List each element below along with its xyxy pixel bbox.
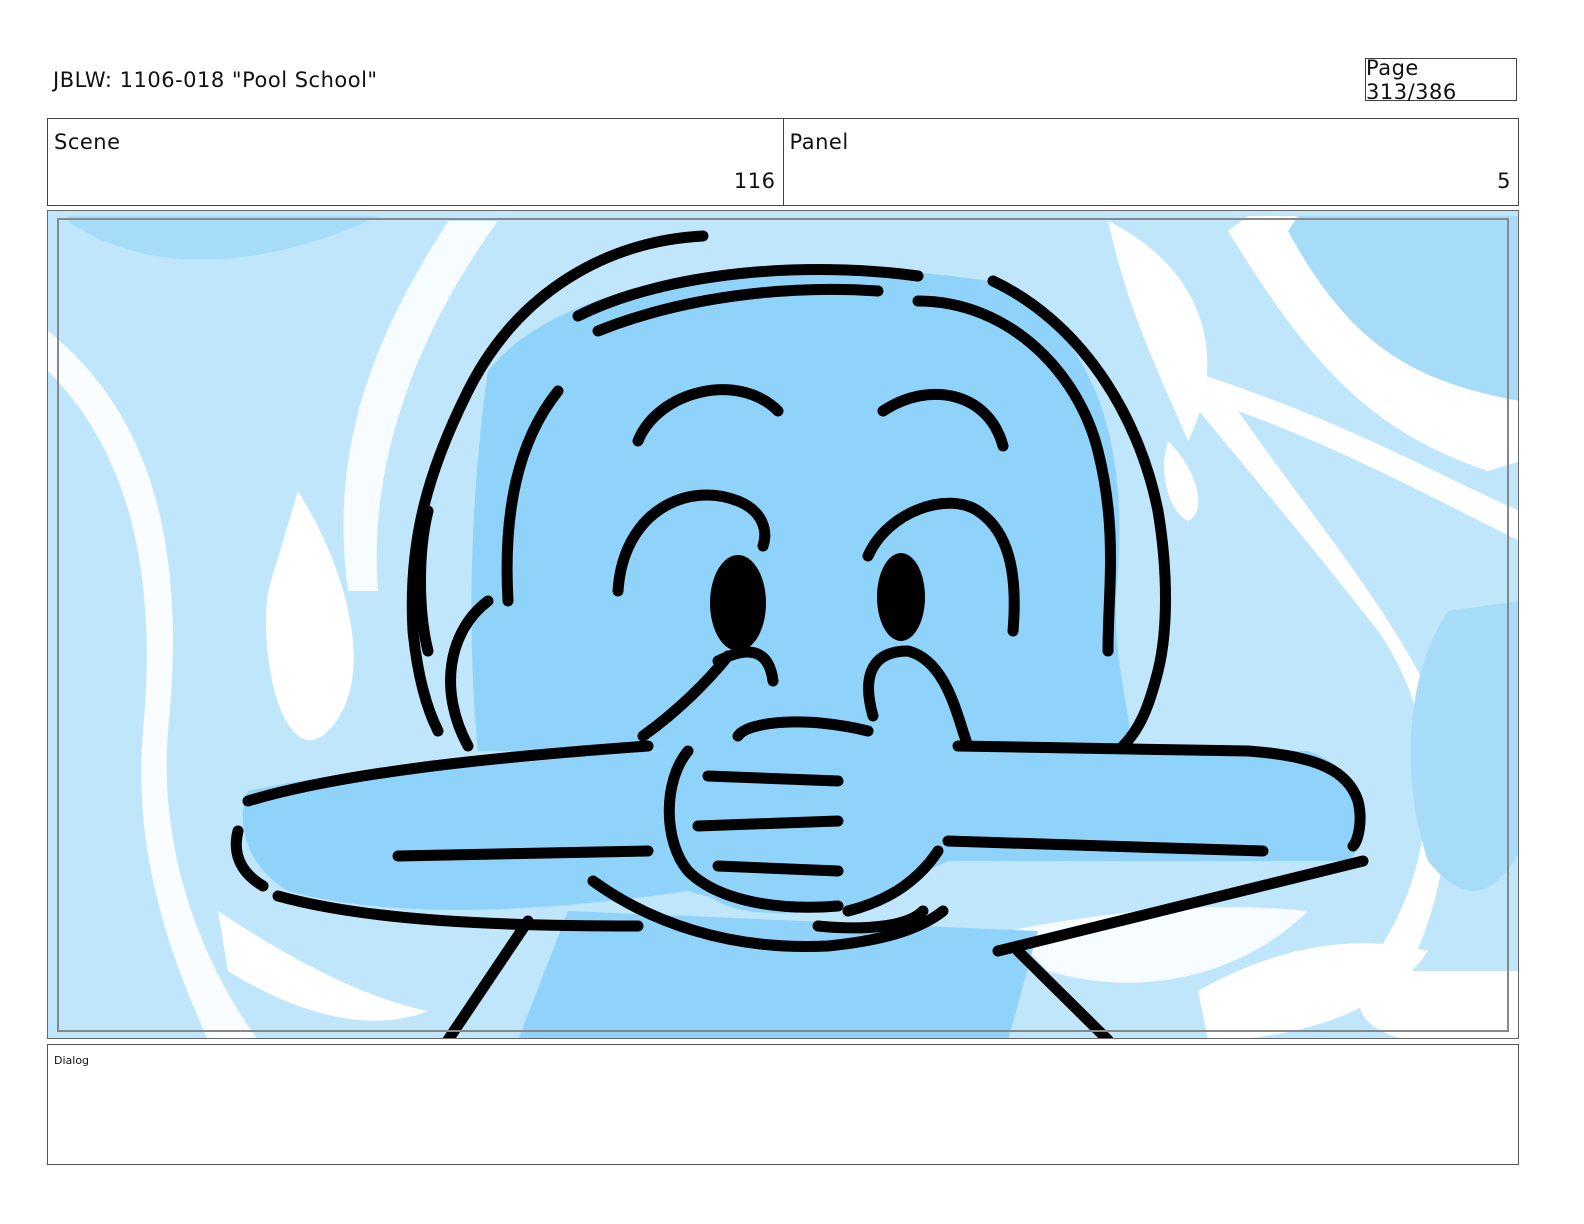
storyboard-panel xyxy=(47,210,1519,1039)
scene-label: Scene xyxy=(54,130,121,154)
page-indicator: Page 313/386 xyxy=(1365,56,1517,104)
document-title: JBLW: 1106-018 "Pool School" xyxy=(53,68,378,92)
scene-cell: Scene 116 xyxy=(48,119,783,205)
storyboard-drawing xyxy=(48,211,1518,1038)
scene-number: 116 xyxy=(733,169,776,193)
scene-panel-info: Scene 116 Panel 5 xyxy=(47,118,1519,206)
panel-number: 5 xyxy=(1497,169,1511,193)
panel-label: Panel xyxy=(789,130,849,154)
dialog-label: Dialog xyxy=(54,1054,90,1067)
dialog-box: Dialog xyxy=(47,1044,1519,1165)
panel-cell: Panel 5 xyxy=(782,119,1519,205)
